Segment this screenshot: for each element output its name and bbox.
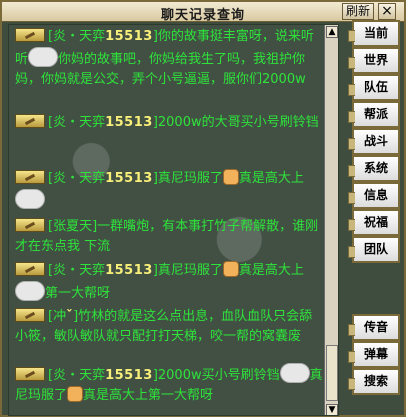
cry-emoji-icon [28, 47, 59, 67]
chat-message: [炎・天弈15513]2000w的大哥买小号刷铃铛 [15, 113, 325, 133]
channel-badge-icon [15, 28, 45, 42]
channel-badge-icon [15, 218, 45, 232]
sender-name[interactable]: [冲ˇ] [48, 309, 78, 324]
channel-badge-icon [15, 262, 45, 276]
chat-message: [炎・天弈15513]真尼玛服了 真是高大上 [15, 169, 325, 212]
sender-name[interactable]: [炎・天弈15513] [48, 115, 158, 130]
tab-guild[interactable]: 帮派 [348, 101, 400, 128]
cry-emoji-icon [279, 363, 310, 383]
message-text: 真是高大上 [238, 263, 304, 278]
message-text: 第一大帮呀 [45, 286, 111, 301]
chat-message: [炎・天弈15513]真尼玛服了 真是高大上第一大帮呀 [15, 261, 325, 304]
tab-whisper[interactable]: 传音 [348, 314, 400, 341]
scroll-up-icon[interactable]: ▲ [326, 26, 338, 38]
message-text: 2000w买小号刷铃铛 [157, 368, 280, 383]
channel-badge-icon [15, 170, 45, 184]
sender-name[interactable]: [炎・天弈15513] [48, 368, 158, 383]
chat-log[interactable]: [炎・天弈15513]你的故事挺丰富呀，说来听听 你妈的故事吧，你妈给我生了吗，我… [8, 24, 339, 416]
chat-scrollbar[interactable]: ▲ ▼ [324, 25, 338, 415]
message-text: 真尼玛服了 [157, 263, 223, 278]
scroll-down-icon[interactable]: ▼ [326, 404, 338, 415]
channel-badge-icon [15, 367, 45, 381]
message-text: 真是高大上 [238, 171, 304, 186]
tab-danmaku[interactable]: 弹幕 [348, 341, 400, 368]
chat-history-window: 聊天记录查询 刷新 × [炎・天弈15513]你的故事挺丰富呀，说来听听 你妈的故… [0, 0, 406, 417]
scrollbar-thumb[interactable] [326, 345, 338, 401]
sender-name[interactable]: [张夏天] [48, 219, 97, 234]
tab-search[interactable]: 搜索 [348, 368, 400, 395]
refresh-button[interactable]: 刷新 [342, 3, 374, 20]
cry-emoji-icon [15, 189, 45, 209]
sender-name[interactable]: [炎・天弈15513] [48, 263, 158, 278]
tab-team[interactable]: 队伍 [348, 74, 400, 101]
sender-name[interactable]: [炎・天弈15513] [48, 29, 158, 44]
thumbs-up-icon [222, 169, 239, 185]
message-text: 你妈的故事吧，你妈给我生了吗，我祖护你妈，你妈就是公交，弄个小号逼逼，服你们20… [15, 52, 306, 87]
channel-badge-icon [15, 308, 45, 322]
chat-message: [炎・天弈15513]你的故事挺丰富呀，说来听听 你妈的故事吧，你妈给我生了吗，我… [15, 27, 325, 90]
tab-current[interactable]: 当前 [348, 20, 400, 47]
chat-message: [冲ˇ]竹林的就是这么点出息，血队血队只会舔小筱，敏队敏队就只配打打天梯，咬一帮… [15, 307, 325, 347]
tab-blessing[interactable]: 祝福 [348, 209, 400, 236]
sender-name[interactable]: [炎・天弈15513] [48, 171, 158, 186]
tab-info[interactable]: 信息 [348, 182, 400, 209]
message-text: 2000w的大哥买小号刷铃铛 [157, 115, 319, 130]
message-text: 真是高大上 [83, 388, 149, 403]
thumbs-up-icon [67, 386, 84, 402]
tab-battle[interactable]: 战斗 [348, 128, 400, 155]
title-bar: 聊天记录查询 刷新 × [2, 2, 404, 23]
channel-badge-icon [15, 114, 45, 128]
cry-emoji-icon [15, 281, 45, 301]
thumbs-up-icon [222, 261, 239, 277]
message-text: 第一大帮呀 [148, 388, 214, 403]
tab-world[interactable]: 世界 [348, 47, 400, 74]
chat-message: [炎・天弈15513]2000w买小号刷铃铛 真尼玛服了 真是高大上第一大帮呀 [15, 363, 325, 406]
tab-system[interactable]: 系统 [348, 155, 400, 182]
message-text: 真尼玛服了 [157, 171, 223, 186]
close-button[interactable]: × [378, 3, 396, 20]
tab-group[interactable]: 团队 [348, 236, 400, 263]
chat-message: [张夏天]一群嘴炮，有本事打竹子帮解散，谁刚才在东点我 下流 [15, 217, 325, 257]
